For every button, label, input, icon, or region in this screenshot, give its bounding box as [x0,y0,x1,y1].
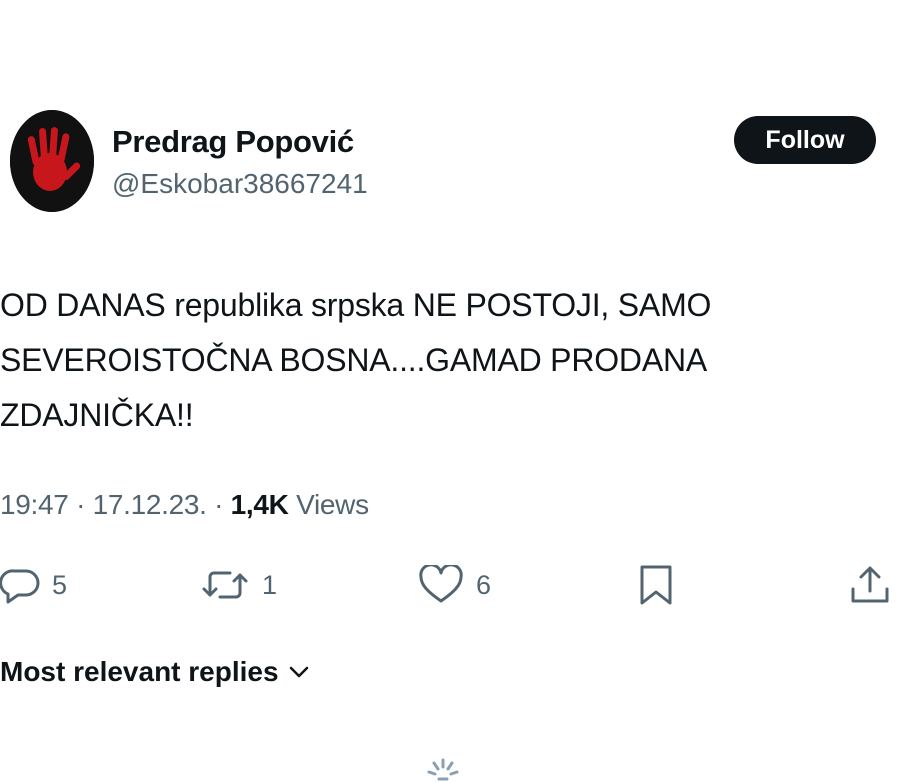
like-button[interactable]: 6 [418,560,491,610]
reply-icon [0,569,40,604]
retweet-button[interactable]: 1 [200,560,277,610]
action-bar: 5 1 6 [0,560,900,610]
retweet-count: 1 [262,569,278,600]
avatar[interactable] [10,110,94,212]
tweet-text: OD DANAS republika srpska NE POSTOJI, SA… [0,278,895,443]
share-button[interactable] [848,560,892,610]
bookmark-icon [640,565,672,605]
retweet-icon [202,571,248,599]
replies-sort-label: Most relevant replies [0,656,279,687]
red-handprint-icon [10,110,94,212]
tweet-text-line: ZDAJNIČKA!! [0,397,194,433]
loading-spinner-icon [427,758,459,781]
views-count: 1,4K [230,489,289,520]
like-count: 6 [476,569,492,600]
views-label: Views [296,489,369,520]
replies-sort-dropdown[interactable]: Most relevant replies [0,656,311,688]
meta-separator: · [214,489,231,520]
tweet-time[interactable]: 19:47 [0,489,69,520]
meta-separator: · [76,489,93,520]
bookmark-button[interactable] [636,560,676,610]
tweet-text-line: SEVEROISTOČNA BOSNA....GAMAD PRODANA [0,342,708,378]
chevron-down-icon [289,666,308,678]
reply-button[interactable]: 5 [0,560,67,610]
tweet-meta: 19:47 · 17.12.23. · 1,4K Views [0,489,369,521]
follow-button[interactable]: Follow [734,116,876,164]
display-name[interactable]: Predrag Popović [112,124,354,160]
reply-count: 5 [52,569,68,600]
tweet-date[interactable]: 17.12.23. [93,489,207,520]
user-handle[interactable]: @Eskobar38667241 [112,168,368,200]
tweet-text-line: OD DANAS republika srpska NE POSTOJI, SA… [0,287,712,323]
heart-icon [419,565,463,603]
share-icon [851,566,889,603]
